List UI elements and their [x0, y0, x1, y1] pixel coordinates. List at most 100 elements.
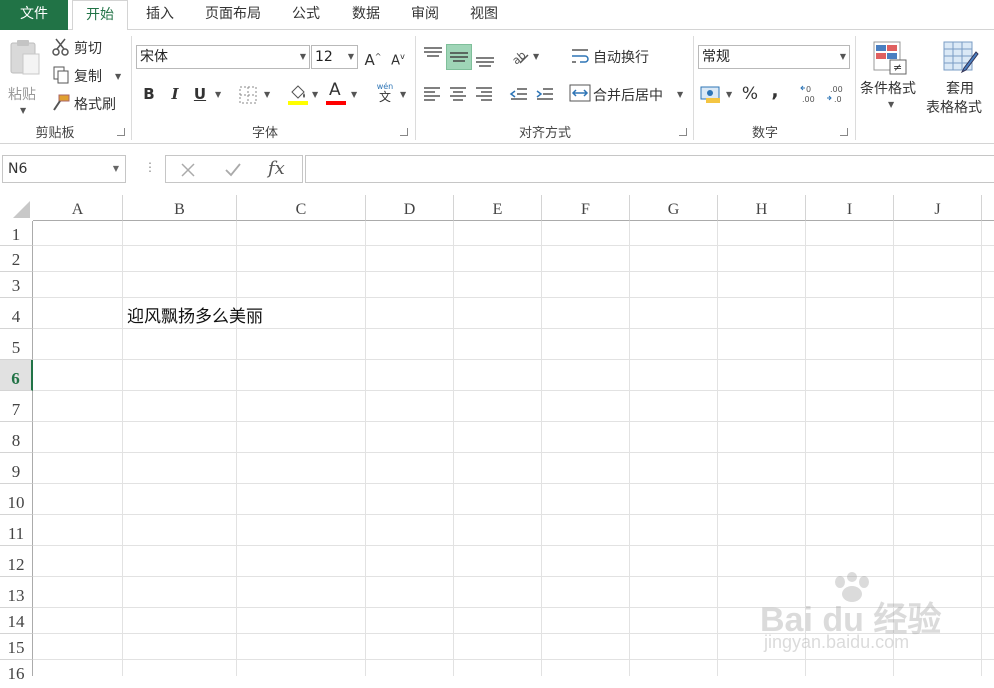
underline-dropdown-icon[interactable]: ▼	[215, 90, 221, 99]
bold-button[interactable]: B	[138, 83, 160, 105]
decrease-indent-icon[interactable]	[509, 84, 529, 104]
tab-insert[interactable]: 插入	[138, 0, 182, 30]
font-color-icon: A	[329, 80, 341, 100]
italic-button[interactable]: I	[164, 83, 186, 105]
copy-button[interactable]: 复制	[74, 66, 102, 86]
enter-check-icon[interactable]	[224, 162, 242, 178]
group-separator	[131, 36, 132, 140]
underline-button[interactable]: U	[189, 83, 211, 105]
tab-data[interactable]: 数据	[344, 0, 388, 30]
increase-decimal-icon[interactable]: 0.00	[800, 83, 822, 105]
column-header-e[interactable]: E	[454, 195, 542, 221]
tab-home[interactable]: 开始	[72, 0, 128, 31]
column-header-k-partial[interactable]	[982, 195, 994, 221]
align-top-icon[interactable]	[422, 44, 444, 66]
group-separator	[693, 36, 694, 140]
row-header-15[interactable]: 15	[0, 634, 33, 660]
name-box[interactable]: N6 ▼	[2, 155, 126, 183]
shrink-font-button[interactable]: Av	[387, 46, 409, 68]
column-header-i[interactable]: I	[806, 195, 894, 221]
column-header-h[interactable]: H	[718, 195, 806, 221]
group-separator	[415, 36, 416, 140]
row-header-7[interactable]: 7	[0, 391, 33, 422]
tab-formulas[interactable]: 公式	[284, 0, 328, 30]
align-middle-button[interactable]	[446, 44, 472, 70]
merge-center-button[interactable]: 合并后居中	[593, 85, 663, 105]
cell-b4[interactable]: 迎风飘扬多么美丽	[127, 302, 263, 327]
paste-button[interactable]: 粘贴 ▼	[4, 36, 44, 120]
fill-color-dropdown-icon[interactable]: ▼	[312, 90, 318, 99]
row-header-1[interactable]: 1	[0, 221, 33, 246]
clipboard-launcher-icon[interactable]	[117, 128, 125, 136]
column-header-d[interactable]: D	[366, 195, 454, 221]
formula-input[interactable]	[305, 155, 994, 183]
align-right-icon[interactable]	[474, 84, 494, 104]
font-size-select[interactable]: 12 ▼	[311, 45, 358, 69]
grid-line	[33, 421, 994, 422]
format-as-table-label-1: 套用	[946, 81, 974, 97]
alignment-launcher-icon[interactable]	[679, 128, 687, 136]
row-header-11[interactable]: 11	[0, 515, 33, 546]
cut-button[interactable]: 剪切	[74, 38, 102, 58]
column-header-g[interactable]: G	[630, 195, 718, 221]
row-header-3[interactable]: 3	[0, 272, 33, 298]
align-bottom-icon[interactable]	[474, 48, 496, 70]
row-header-13[interactable]: 13	[0, 577, 33, 608]
font-family-select[interactable]: 宋体 ▼	[136, 45, 310, 69]
orientation-dropdown-icon[interactable]: ▼	[533, 52, 539, 61]
conditional-formatting-button[interactable]: ≠ 条件格式 ▼	[858, 38, 924, 118]
row-header-9[interactable]: 9	[0, 453, 33, 484]
border-dropdown-icon[interactable]: ▼	[264, 90, 270, 99]
row-header-6[interactable]: 6	[0, 360, 33, 391]
format-as-table-button[interactable]: 套用 表格格式	[924, 38, 994, 118]
tab-review[interactable]: 审阅	[403, 0, 447, 30]
font-launcher-icon[interactable]	[400, 128, 408, 136]
column-header-c[interactable]: C	[237, 195, 366, 221]
wrap-text-button[interactable]: 自动换行	[593, 47, 649, 67]
accounting-format-icon[interactable]	[700, 84, 722, 104]
number-format-select[interactable]: 常规 ▼	[698, 45, 850, 69]
row-header-12[interactable]: 12	[0, 546, 33, 577]
merge-dropdown-icon[interactable]: ▼	[677, 90, 683, 99]
align-center-icon[interactable]	[448, 84, 468, 104]
insert-function-button[interactable]: fx	[268, 158, 285, 179]
phonetic-button[interactable]: wén 文	[374, 82, 396, 106]
font-color-dropdown-icon[interactable]: ▼	[351, 90, 357, 99]
tab-view[interactable]: 视图	[462, 0, 506, 30]
fill-color-icon[interactable]	[287, 82, 309, 106]
column-header-j[interactable]: J	[894, 195, 982, 221]
copy-dropdown-icon[interactable]: ▼	[115, 72, 121, 81]
grid-line	[33, 359, 994, 360]
number-launcher-icon[interactable]	[840, 128, 848, 136]
font-group-label: 字体	[251, 126, 278, 141]
row-header-8[interactable]: 8	[0, 422, 33, 453]
row-header-16[interactable]: 16	[0, 660, 33, 683]
font-color-button[interactable]: A	[326, 80, 348, 106]
accounting-dropdown-icon[interactable]: ▼	[726, 90, 732, 99]
column-header-a[interactable]: A	[33, 195, 123, 221]
phonetic-dropdown-icon[interactable]: ▼	[400, 90, 406, 99]
grow-font-button[interactable]: A^	[362, 46, 384, 69]
tab-page-layout[interactable]: 页面布局	[196, 0, 270, 30]
row-header-14[interactable]: 14	[0, 608, 33, 634]
decrease-decimal-icon[interactable]: .00.0	[826, 83, 848, 105]
format-painter-button[interactable]: 格式刷	[74, 94, 116, 114]
row-header-10[interactable]: 10	[0, 484, 33, 515]
border-icon[interactable]	[239, 86, 257, 104]
column-header-f[interactable]: F	[542, 195, 630, 221]
formula-bar-resize-handle[interactable]: ⋮	[144, 160, 156, 174]
row-header-5[interactable]: 5	[0, 329, 33, 360]
column-header-b[interactable]: B	[123, 195, 237, 221]
row-header-2[interactable]: 2	[0, 246, 33, 272]
increase-indent-icon[interactable]	[535, 84, 555, 104]
orientation-icon[interactable]: ab	[508, 45, 530, 67]
chevron-down-icon: ▼	[112, 164, 119, 173]
align-left-icon[interactable]	[422, 84, 442, 104]
cancel-icon[interactable]	[180, 162, 196, 178]
tab-file[interactable]: 文件	[0, 0, 68, 30]
select-all-icon[interactable]	[0, 195, 33, 221]
comma-button[interactable]: ,	[764, 80, 786, 102]
percent-button[interactable]: %	[739, 83, 761, 105]
grid-line	[33, 452, 994, 453]
row-header-4[interactable]: 4	[0, 298, 33, 329]
